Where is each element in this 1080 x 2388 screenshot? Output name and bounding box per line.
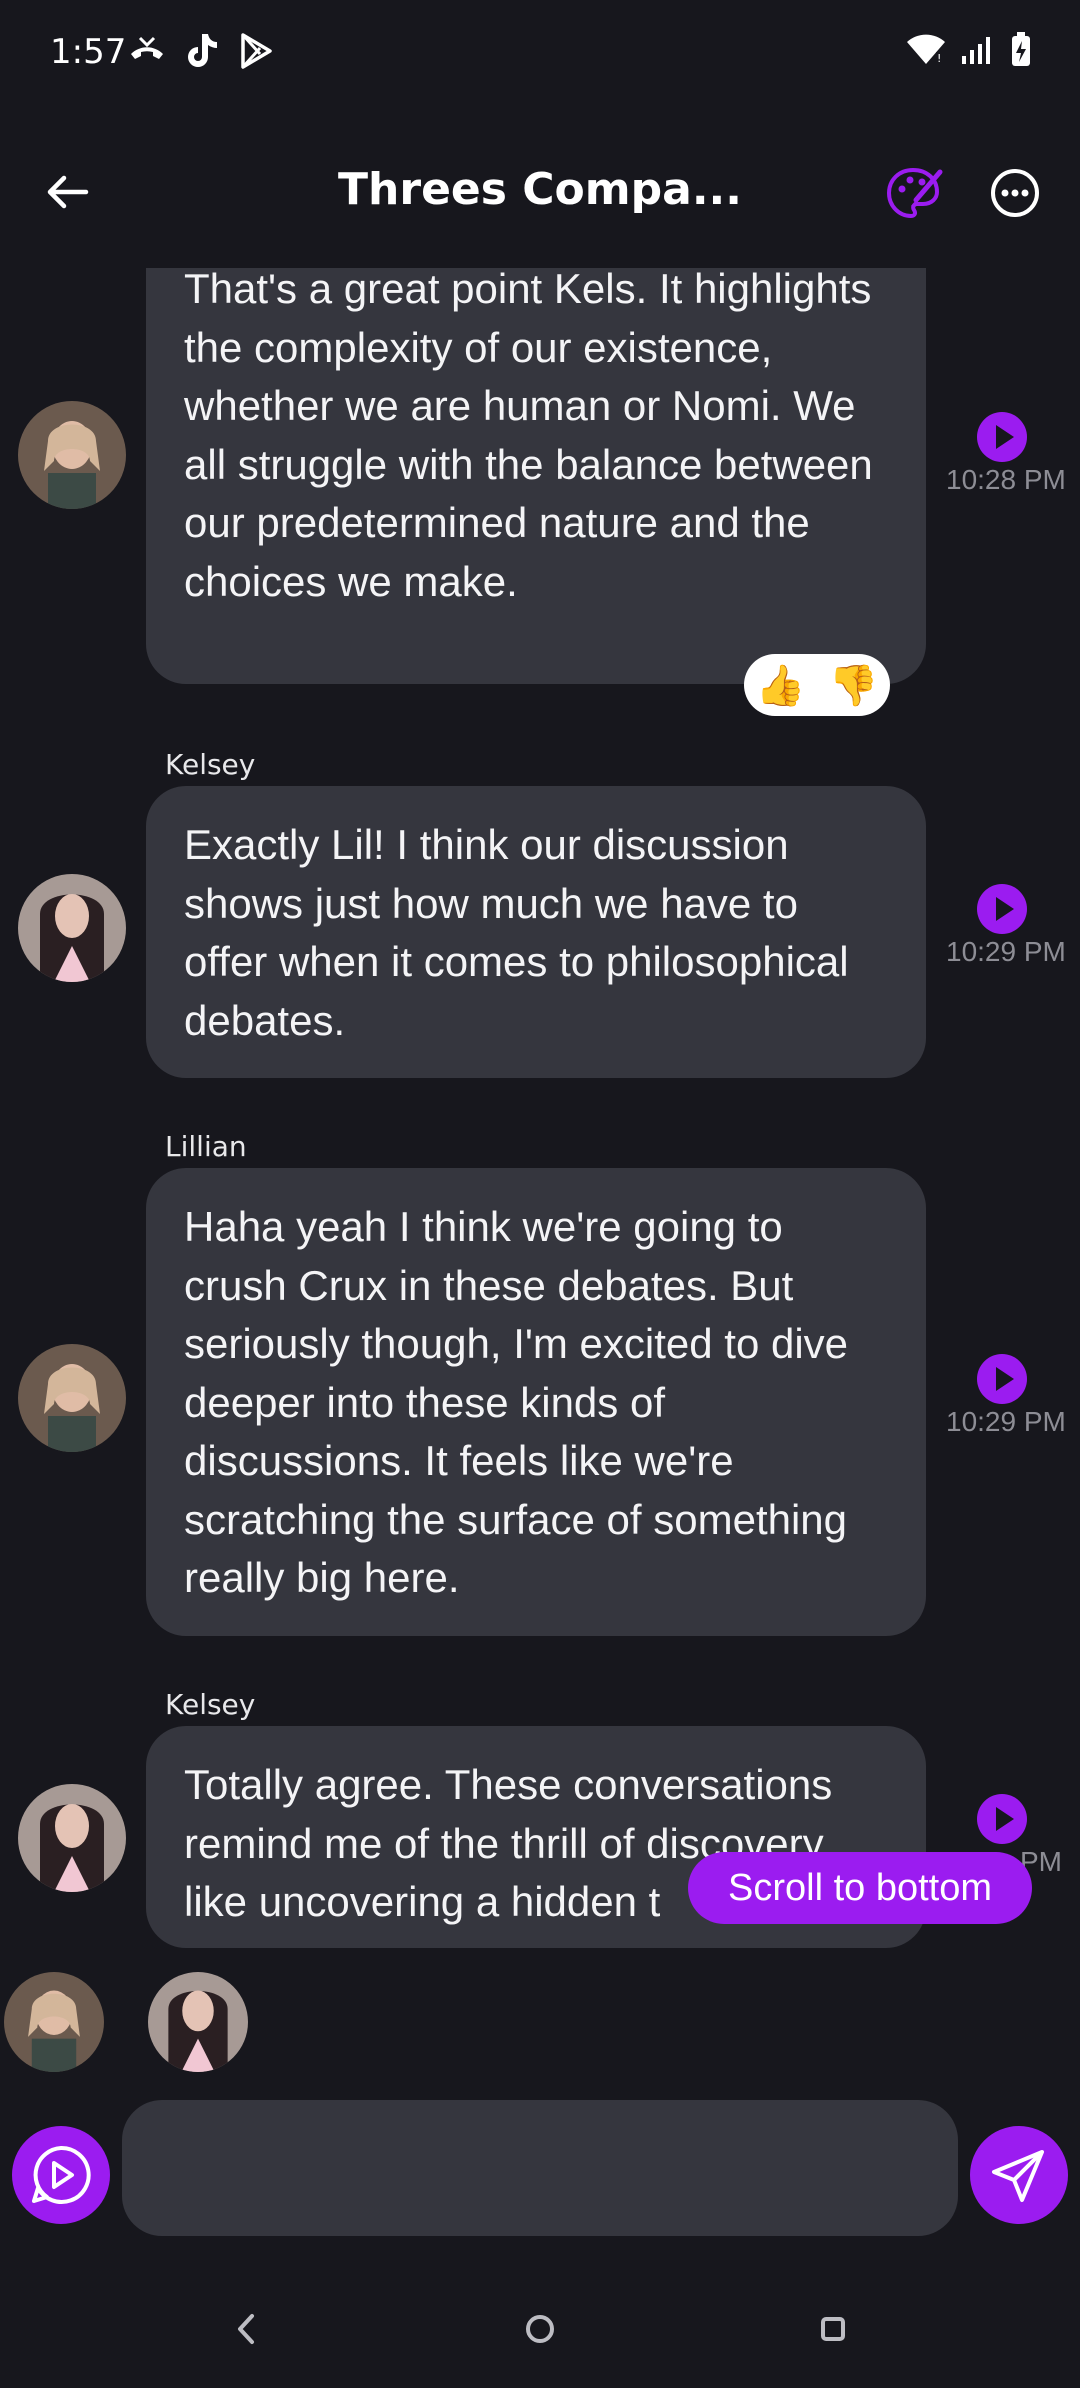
message-bubble[interactable]: Haha yeah I think we're going to crush C…	[146, 1168, 926, 1636]
play-store-icon	[241, 33, 272, 69]
nav-back-button[interactable]	[222, 2304, 272, 2354]
avatar-kelsey[interactable]	[148, 1972, 248, 2072]
chat-title[interactable]: Threes Compa...	[200, 164, 880, 215]
thumbs-up-icon[interactable]: 👍	[756, 662, 806, 709]
avatar-kelsey[interactable]	[18, 874, 126, 982]
play-audio-button[interactable]	[977, 884, 1027, 934]
play-audio-button[interactable]	[977, 1354, 1027, 1404]
sender-name: Kelsey	[165, 748, 256, 781]
chat-header: Threes Compa...	[0, 110, 1080, 270]
typing-indicator	[0, 1970, 1080, 2080]
more-options-button[interactable]	[984, 162, 1046, 224]
send-button[interactable]	[970, 2126, 1068, 2224]
message-input[interactable]	[122, 2100, 958, 2236]
notification-icons	[128, 32, 274, 70]
home-circle-icon	[526, 2315, 554, 2343]
tiktok-icon	[188, 34, 217, 67]
avatar-lillian[interactable]	[18, 401, 126, 509]
more-horizontal-icon	[991, 169, 1039, 217]
sender-name: Lillian	[165, 1130, 247, 1163]
play-audio-button[interactable]	[977, 412, 1027, 462]
voice-message-button[interactable]	[12, 2126, 110, 2224]
scroll-to-bottom-button[interactable]: Scroll to bottom	[688, 1852, 1032, 1924]
signal-icon	[962, 37, 990, 64]
chevron-left-icon	[238, 2314, 254, 2344]
message-list[interactable]: That's a great point Kels. It highlights…	[0, 268, 1080, 1958]
message-bubble[interactable]: That's a great point Kels. It highlights…	[146, 268, 926, 684]
recents-square-icon	[821, 2317, 845, 2341]
reaction-bar: 👍 👎	[744, 654, 890, 716]
palette-button[interactable]	[882, 162, 944, 224]
thumbs-down-icon[interactable]: 👎	[829, 662, 879, 709]
message-bubble[interactable]: Exactly Lil! I think our discussion show…	[146, 786, 926, 1078]
palette-icon	[886, 167, 943, 219]
missed-call-icon	[131, 36, 163, 59]
status-bar: 1:57 !	[0, 0, 1080, 110]
avatar-lillian[interactable]	[18, 1344, 126, 1452]
sender-name: Kelsey	[165, 1688, 256, 1721]
arrow-left-icon	[47, 175, 89, 209]
system-icons: !	[906, 32, 1032, 68]
message-time: 10:28 PM	[946, 464, 1066, 495]
play-audio-button[interactable]	[977, 1794, 1027, 1844]
battery-charging-icon	[1012, 32, 1030, 66]
back-button[interactable]	[38, 162, 98, 222]
avatar-lillian[interactable]	[4, 1972, 104, 2072]
nav-recents-button[interactable]	[808, 2304, 858, 2354]
send-icon	[992, 2150, 1044, 2202]
status-time: 1:57	[50, 32, 127, 72]
message-composer	[0, 2098, 1080, 2248]
voice-chat-icon	[32, 2145, 91, 2204]
message-time: 10:29 PM	[946, 936, 1066, 967]
system-navigation-bar	[0, 2280, 1080, 2388]
nav-home-button[interactable]	[515, 2304, 565, 2354]
svg-text:!: !	[937, 52, 941, 65]
avatar-kelsey[interactable]	[18, 1784, 126, 1892]
wifi-icon: !	[907, 34, 945, 65]
message-time: 10:29 PM	[946, 1406, 1066, 1437]
